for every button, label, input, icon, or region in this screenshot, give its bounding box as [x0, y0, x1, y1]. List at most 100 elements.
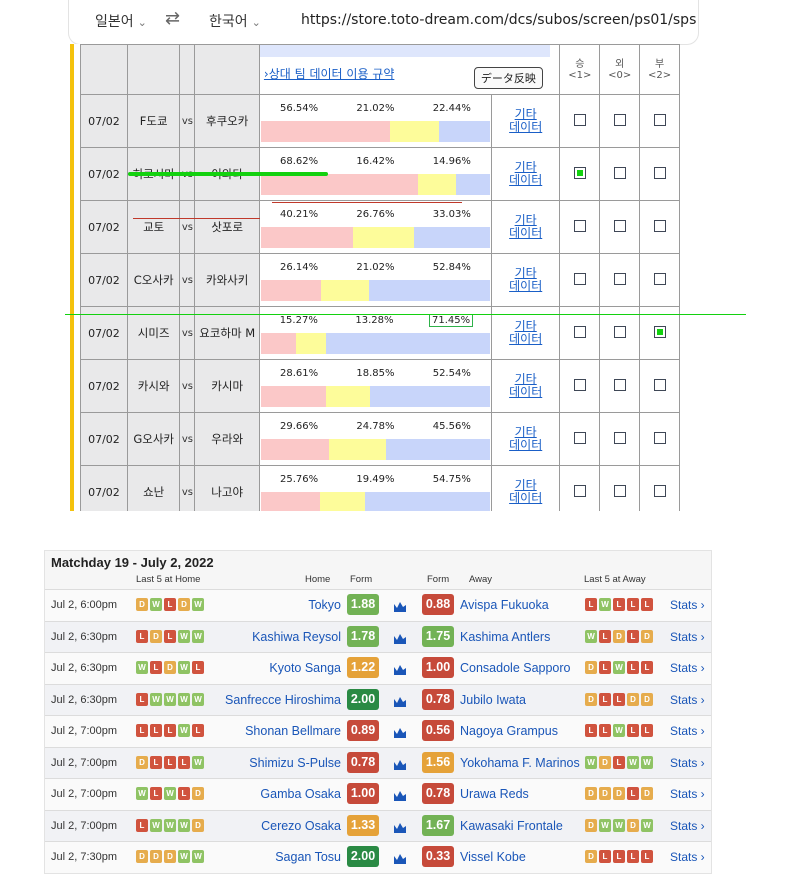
away-team-link[interactable]: Kawasaki Frontale	[460, 819, 563, 833]
checkbox-icon[interactable]	[573, 272, 586, 285]
other-data-link-line2: 데이터	[509, 385, 543, 399]
checkbox-icon[interactable]	[613, 272, 626, 285]
away-team-link[interactable]: Vissel Kobe	[460, 850, 526, 864]
stats-link[interactable]: Stats ›	[670, 850, 705, 864]
stats-link[interactable]: Stats ›	[670, 756, 705, 770]
form-badge: W	[192, 598, 204, 611]
form-badge: L	[164, 629, 176, 643]
away-form-score: 0.88	[422, 594, 454, 615]
match-date: 07/02	[80, 200, 128, 254]
stats-link[interactable]: Stats ›	[670, 724, 705, 738]
checkbox-icon[interactable]	[613, 431, 626, 444]
home-team-link[interactable]: Kashiwa Reysol	[252, 630, 341, 644]
away-team-link[interactable]: Yokohama F. Marinos	[460, 756, 580, 770]
bar-chart-icon[interactable]	[394, 631, 406, 644]
bar-chart-icon[interactable]	[394, 599, 406, 612]
stats-link[interactable]: Stats ›	[670, 661, 705, 675]
checkbox-icon[interactable]	[573, 113, 586, 126]
home-team-link[interactable]: Shonan Bellmare	[245, 724, 341, 738]
checkbox-icon[interactable]	[653, 272, 666, 285]
checkbox-icon[interactable]	[613, 166, 626, 179]
checkbox-icon[interactable]	[653, 113, 666, 126]
away-team-link[interactable]: Nagoya Grampus	[460, 724, 558, 738]
header-last5-away: Last 5 at Away	[584, 574, 646, 585]
form-badge: D	[150, 850, 162, 863]
away-team-link[interactable]: Avispa Fukuoka	[460, 598, 549, 612]
bar-chart-icon[interactable]	[394, 662, 406, 675]
toto-vote-table-panel: ›상대 팀 데이터 이용 규약 データ反映 승 <1> 외 <0> 부 <2> 07/…	[70, 44, 680, 511]
stats-link[interactable]: Stats ›	[670, 787, 705, 801]
checkbox-icon[interactable]	[613, 378, 626, 391]
checkbox-icon[interactable]	[613, 484, 626, 497]
checkbox-icon[interactable]	[653, 166, 666, 179]
checkbox-icon[interactable]	[613, 219, 626, 232]
stats-link[interactable]: Stats ›	[670, 598, 705, 612]
other-data-link[interactable]: 기타 데이터	[492, 479, 559, 505]
vote-percent-line: 25.76% 19.49% 54.75%	[261, 472, 490, 488]
home-team-link[interactable]: Gamba Osaka	[260, 787, 341, 801]
away-team-link[interactable]: Urawa Reds	[460, 787, 529, 801]
form-badge: L	[641, 661, 653, 674]
other-data-link[interactable]: 기타 데이터	[492, 267, 559, 293]
other-data-link[interactable]: 기타 데이터	[492, 320, 559, 346]
checkbox-icon[interactable]	[573, 484, 586, 497]
checkbox-icon[interactable]	[573, 166, 586, 179]
form-badge: W	[178, 661, 190, 674]
home-team-link[interactable]: Kyoto Sanga	[269, 661, 341, 675]
draw-ratio-segment	[390, 120, 439, 142]
bar-chart-icon[interactable]	[394, 820, 406, 833]
match-row: 07/02 F도쿄 vs 후쿠오카 56.54% 21.02% 22.44% 기타 데이터	[80, 94, 680, 148]
checkbox-icon[interactable]	[653, 431, 666, 444]
stats-link[interactable]: Stats ›	[670, 693, 705, 707]
checkbox-icon[interactable]	[653, 325, 666, 338]
checkbox-icon[interactable]	[573, 431, 586, 444]
stats-link[interactable]: Stats ›	[670, 630, 705, 644]
bar-chart-icon[interactable]	[394, 851, 406, 864]
home-team-link[interactable]: Tokyo	[308, 598, 341, 612]
source-language-select[interactable]: 일본어 ⌄	[95, 11, 147, 31]
checkbox-icon[interactable]	[573, 325, 586, 338]
home-team-link[interactable]: Cerezo Osaka	[261, 819, 341, 833]
away-team-link[interactable]: Consadole Sapporo	[460, 661, 571, 675]
home-team-link[interactable]: Sanfrecce Hiroshima	[225, 693, 341, 707]
bar-chart-icon[interactable]	[394, 725, 406, 738]
loss-percent: 52.54%	[432, 368, 471, 379]
other-data-link[interactable]: 기타 데이터	[492, 373, 559, 399]
away-team-link[interactable]: Jubilo Iwata	[460, 693, 526, 707]
home-team-link[interactable]: Sagan Tosu	[275, 850, 341, 864]
bar-chart-icon[interactable]	[394, 788, 406, 801]
swap-arrows-icon[interactable]: ⇄	[165, 8, 180, 29]
home-form-score: 1.88	[347, 594, 379, 615]
checkbox-icon[interactable]	[613, 113, 626, 126]
form-badge: L	[641, 850, 653, 863]
other-data-link[interactable]: 기타 데이터	[492, 161, 559, 187]
home-form-score: 1.33	[347, 814, 379, 836]
checkbox-icon[interactable]	[653, 219, 666, 232]
other-data-link[interactable]: 기타 데이터	[492, 214, 559, 240]
stats-link[interactable]: Stats ›	[670, 819, 705, 833]
checkbox-icon[interactable]	[613, 325, 626, 338]
checkbox-icon[interactable]	[573, 378, 586, 391]
other-data-link[interactable]: 기타 데이터	[492, 108, 559, 134]
target-language-select[interactable]: 한국어 ⌄	[209, 11, 261, 31]
fixture-time: Jul 2, 7:00pm	[51, 788, 118, 800]
form-badge: L	[192, 661, 204, 674]
home-team-link[interactable]: Shimizu S-Pulse	[249, 756, 341, 770]
page-url[interactable]: https://store.toto-dream.com/dcs/subos/s…	[301, 12, 696, 28]
data-terms-link[interactable]: ›상대 팀 데이터 이용 규약	[264, 65, 394, 82]
bar-chart-icon[interactable]	[394, 694, 406, 707]
form-badge: L	[599, 629, 611, 643]
away-team-link[interactable]: Kashima Antlers	[460, 630, 550, 644]
checkbox-icon[interactable]	[653, 484, 666, 497]
bar-chart-icon[interactable]	[394, 757, 406, 770]
form-badge: D	[136, 850, 148, 863]
checkbox-icon[interactable]	[653, 378, 666, 391]
other-data-link[interactable]: 기타 데이터	[492, 426, 559, 452]
vote-percent-cell: 29.66% 24.78% 45.56%	[258, 412, 492, 466]
win-ratio-segment	[260, 332, 296, 354]
checkbox-icon[interactable]	[573, 219, 586, 232]
data-reflect-button[interactable]: データ反映	[473, 67, 543, 89]
draw-ratio-segment	[418, 173, 456, 195]
away-last5-form: DLLDD	[585, 692, 653, 706]
vote-ratio-bar	[260, 438, 490, 460]
